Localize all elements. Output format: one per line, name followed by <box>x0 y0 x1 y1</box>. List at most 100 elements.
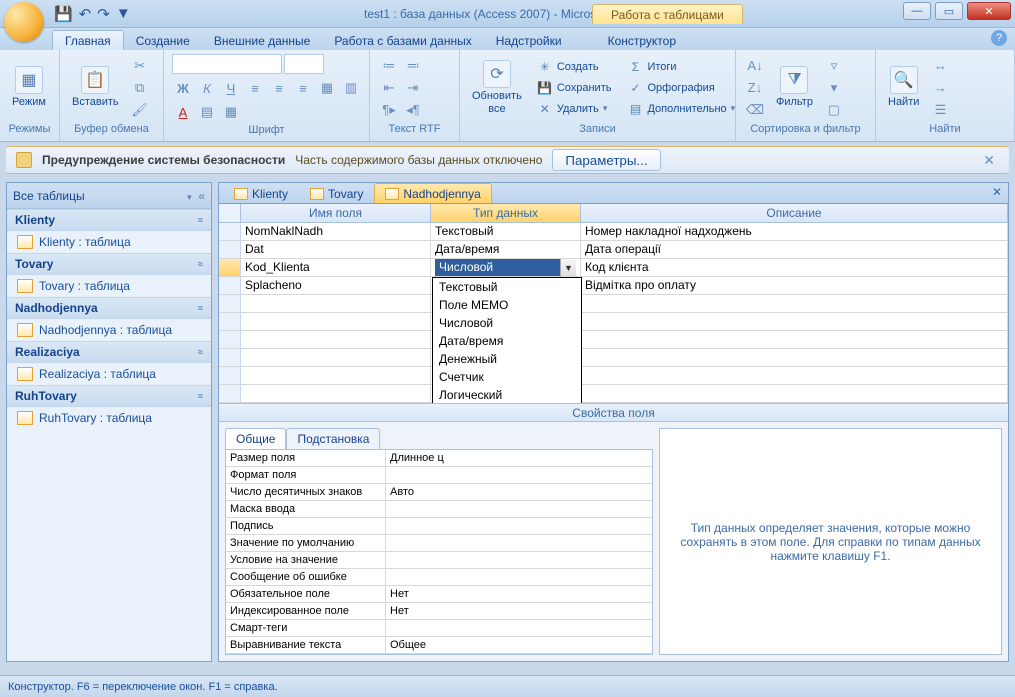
nav-item[interactable]: Klienty : таблица <box>7 231 211 253</box>
sort-asc-button[interactable]: A↓ <box>744 56 766 76</box>
field-name-cell[interactable] <box>241 385 431 402</box>
property-value[interactable] <box>386 620 652 636</box>
description-cell[interactable] <box>581 367 1008 384</box>
design-row[interactable] <box>219 385 1008 403</box>
italic-button[interactable]: К <box>196 78 218 98</box>
data-type-cell-selected[interactable]: Числовой▼ <box>435 259 576 276</box>
tab-addins[interactable]: Надстройки <box>484 31 574 50</box>
description-cell[interactable] <box>581 385 1008 402</box>
totals-button[interactable]: ΣИтоги <box>622 57 740 77</box>
design-row[interactable] <box>219 367 1008 385</box>
refresh-all-button[interactable]: ⟳Обновить все <box>468 58 526 116</box>
help-icon[interactable]: ? <box>991 30 1007 46</box>
nav-group-header[interactable]: Realizaciya≈ <box>7 341 211 363</box>
close-button[interactable]: ✕ <box>967 2 1011 20</box>
property-row[interactable]: Условие на значение <box>226 552 652 569</box>
row-selector-header[interactable] <box>219 204 241 222</box>
data-type-cell[interactable]: Текстовый <box>431 223 581 240</box>
maximize-button[interactable]: ▭ <box>935 2 963 20</box>
property-row[interactable]: Обязательное полеНет <box>226 586 652 603</box>
decrease-indent-button[interactable]: ⇤ <box>378 78 400 98</box>
field-name-cell[interactable]: Dat <box>241 241 431 258</box>
undo-icon[interactable]: ↶ <box>79 5 92 23</box>
document-tab[interactable]: Nadhodjennya <box>374 183 491 203</box>
description-cell[interactable]: Дата операції <box>581 241 1008 258</box>
goto-button[interactable]: → <box>929 78 951 98</box>
new-record-button[interactable]: ✳Создать <box>532 57 617 77</box>
property-row[interactable]: Подпись <box>226 518 652 535</box>
nav-group-header[interactable]: Klienty≈ <box>7 209 211 231</box>
description-cell[interactable] <box>581 313 1008 330</box>
document-tab[interactable]: Tovary <box>299 183 374 203</box>
property-value[interactable] <box>386 569 652 585</box>
field-name-cell[interactable] <box>241 295 431 312</box>
property-value[interactable]: Длинное ц <box>386 450 652 466</box>
advanced-filter-button[interactable]: ▾ <box>823 78 845 98</box>
font-size-select[interactable] <box>284 54 324 74</box>
row-selector[interactable] <box>219 313 241 330</box>
design-row[interactable] <box>219 331 1008 349</box>
row-selector[interactable] <box>219 367 241 384</box>
tab-general[interactable]: Общие <box>225 428 286 449</box>
property-row[interactable]: Смарт-теги <box>226 620 652 637</box>
office-button[interactable] <box>4 2 44 42</box>
select-button[interactable]: ☰ <box>929 100 951 120</box>
data-type-cell[interactable]: Числовой▼ <box>431 259 581 276</box>
description-cell[interactable]: Код клієнта <box>581 259 1008 276</box>
description-cell[interactable] <box>581 331 1008 348</box>
row-selector[interactable] <box>219 349 241 366</box>
alt-row-button[interactable]: ▦ <box>220 102 242 122</box>
rtl-button[interactable]: ◂¶ <box>402 100 424 120</box>
delete-record-button[interactable]: ✕Удалить▾ <box>532 99 617 119</box>
nav-item[interactable]: Realizaciya : таблица <box>7 363 211 385</box>
dropdown-item[interactable]: Денежный <box>433 350 581 368</box>
property-value[interactable] <box>386 552 652 568</box>
field-name-cell[interactable] <box>241 331 431 348</box>
underline-button[interactable]: Ч <box>220 78 242 98</box>
design-row[interactable]: SplachenoТекстовыйВідмітка про оплату <box>219 277 1008 295</box>
highlight-button[interactable]: ▤ <box>196 102 218 122</box>
design-row[interactable]: NomNaklNadhТекстовыйНомер накладної надх… <box>219 223 1008 241</box>
increase-indent-button[interactable]: ⇥ <box>402 78 424 98</box>
numbering-button[interactable]: ≕ <box>402 56 424 76</box>
field-name-cell[interactable]: Splacheno <box>241 277 431 294</box>
replace-button[interactable]: ↔ <box>929 56 951 76</box>
property-value[interactable] <box>386 467 652 483</box>
security-options-button[interactable]: Параметры... <box>552 149 660 171</box>
fill-color-button[interactable]: ▥ <box>340 78 362 98</box>
tab-design[interactable]: Конструктор <box>596 31 688 50</box>
property-value[interactable] <box>386 501 652 517</box>
property-value[interactable]: Нет <box>386 586 652 602</box>
dropdown-item[interactable]: Текстовый <box>433 278 581 296</box>
close-tab-button[interactable]: ✕ <box>992 185 1002 199</box>
nav-header[interactable]: Все таблицы ▾ « <box>7 183 211 209</box>
font-family-select[interactable] <box>172 54 282 74</box>
font-color-button[interactable]: A <box>172 102 194 122</box>
save-record-button[interactable]: 💾Сохранить <box>532 78 617 98</box>
property-row[interactable]: Маска ввода <box>226 501 652 518</box>
row-selector[interactable] <box>219 295 241 312</box>
view-button[interactable]: ▦Режим <box>8 64 50 110</box>
dropdown-item[interactable]: Дата/время <box>433 332 581 350</box>
copy-button[interactable]: ⧉ <box>129 78 151 98</box>
tab-external-data[interactable]: Внешние данные <box>202 31 323 50</box>
dropdown-button[interactable]: ▼ <box>560 259 576 277</box>
design-row[interactable] <box>219 349 1008 367</box>
tab-home[interactable]: Главная <box>52 30 124 50</box>
property-value[interactable]: Общее <box>386 637 652 653</box>
ltr-button[interactable]: ¶▸ <box>378 100 400 120</box>
design-row[interactable]: DatДата/времяДата операції <box>219 241 1008 259</box>
gridlines-button[interactable]: ▦ <box>316 78 338 98</box>
field-name-cell[interactable]: NomNaklNadh <box>241 223 431 240</box>
bullets-button[interactable]: ≔ <box>378 56 400 76</box>
align-left-button[interactable]: ≡ <box>244 78 266 98</box>
tab-create[interactable]: Создание <box>124 31 202 50</box>
description-cell[interactable]: Відмітка про оплату <box>581 277 1008 294</box>
description-cell[interactable] <box>581 295 1008 312</box>
qat-dropdown-icon[interactable]: ▼ <box>116 5 131 22</box>
format-painter-button[interactable]: 🖌 <box>129 100 151 120</box>
field-name-cell[interactable]: Kod_Klienta <box>241 259 431 276</box>
data-type-dropdown[interactable]: ТекстовыйПоле МЕМОЧисловойДата/времяДене… <box>432 277 582 403</box>
row-selector[interactable] <box>219 385 241 402</box>
dropdown-item[interactable]: Счетчик <box>433 368 581 386</box>
